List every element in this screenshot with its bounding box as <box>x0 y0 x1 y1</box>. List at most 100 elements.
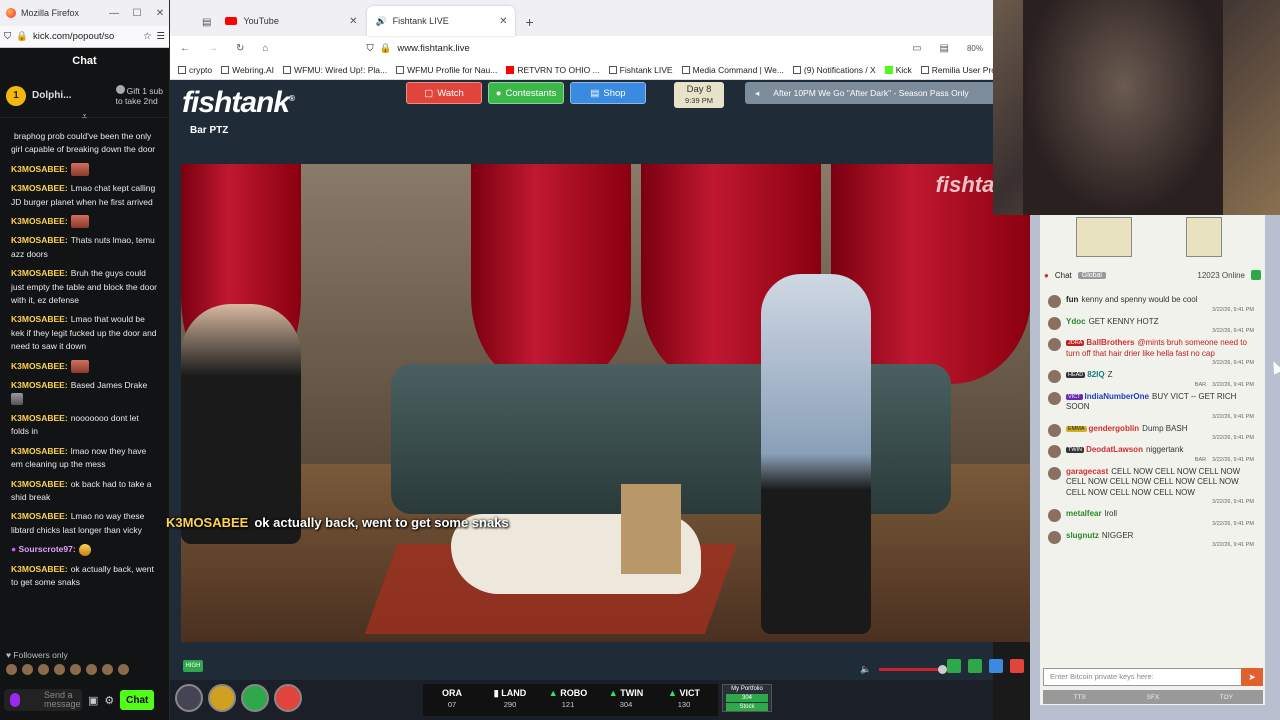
zoom-level[interactable]: 80% <box>967 44 983 53</box>
close-tab-icon[interactable]: ✕ <box>349 16 357 27</box>
private-key-input[interactable]: Enter Bitcoin private keys here: <box>1043 668 1263 686</box>
volume-slider[interactable] <box>879 665 948 674</box>
lock-icon[interactable]: 🔒 <box>380 43 392 54</box>
settings-gear-icon[interactable]: ⚙ <box>104 694 114 707</box>
pinned-gift-leader[interactable]: 1 Dolphi... Gift 1 sub to take 2nd ⩡ <box>0 74 169 121</box>
user-avatar[interactable] <box>1048 316 1061 330</box>
chat-message-input[interactable]: Send a message <box>4 689 82 711</box>
contestant-card[interactable] <box>1076 217 1132 257</box>
chat-username[interactable]: K3MOSABEE: <box>11 446 68 456</box>
chat-username[interactable]: K3MOSABEE: <box>11 235 68 245</box>
bookmark-item[interactable]: Remilia User Profiles <box>920 65 993 75</box>
ticker-item[interactable]: ▲ TWIN 304 <box>597 684 655 716</box>
mic-icon[interactable] <box>10 693 20 707</box>
ft-username[interactable]: metalfear <box>1066 509 1102 518</box>
address-bar[interactable]: ⛉ 🔒 www.fishtank.live <box>286 38 894 58</box>
user-avatar[interactable] <box>1048 509 1061 522</box>
pip-icon[interactable] <box>968 659 982 673</box>
chat-username[interactable]: K3MOSABEE: <box>11 164 68 174</box>
bookmark-item[interactable]: Media Command | We... <box>681 65 784 75</box>
shop-button[interactable]: ▤ Shop <box>570 82 646 104</box>
ticker-item[interactable]: ▲ ROBO 121 <box>539 684 597 716</box>
live-video-feed[interactable]: fishtank <box>181 164 1030 642</box>
user-avatar[interactable] <box>1048 391 1061 405</box>
volume-control[interactable]: 🔈 <box>860 664 948 675</box>
tab-sfx[interactable]: SFX <box>1116 694 1189 701</box>
minimize-icon[interactable]: — <box>105 8 123 19</box>
gift-box-icon[interactable]: ▣ <box>88 694 98 707</box>
speaker-icon[interactable]: 🔈 <box>860 664 871 675</box>
ticker-item[interactable]: ▮ LAND 290 <box>481 684 539 716</box>
shield-icon[interactable]: ⛉ <box>366 43 373 54</box>
bookmark-item[interactable]: RETVRN TO OHIO ... <box>506 65 600 75</box>
chat-username[interactable]: K3MOSABEE: <box>11 564 68 574</box>
chat-username[interactable]: K3MOSABEE: <box>11 413 68 423</box>
emote-icon[interactable] <box>86 664 97 675</box>
chat-username[interactable]: K3MOSABEE: <box>11 380 68 390</box>
tab-tts[interactable]: TTS <box>1043 694 1116 701</box>
ft-username[interactable]: fun <box>1066 295 1078 304</box>
gift-sub-prompt[interactable]: Gift 1 sub to take 2nd <box>115 85 163 106</box>
stock-ticker[interactable]: ORA 07 ▮ LAND 290 ▲ ROBO 121 ▲ TWIN 304 ▲ VI… <box>423 684 718 716</box>
reload-icon[interactable]: ↻ <box>236 43 244 54</box>
portfolio-action[interactable]: Stock <box>726 703 768 711</box>
bookmark-item[interactable]: WFMU: Wired Up!: Pla... <box>283 65 387 75</box>
contestants-button[interactable]: ● Contestants <box>488 82 564 104</box>
pinned-username[interactable]: Dolphi... <box>32 90 110 101</box>
chat-username[interactable]: K3MOSABEE: <box>11 314 68 324</box>
user-avatar[interactable] <box>1048 445 1061 458</box>
bookmark-item[interactable]: Fishtank LIVE <box>608 65 673 75</box>
ft-username[interactable]: slugnutz <box>1066 531 1099 540</box>
bookmark-item[interactable]: crypto <box>178 65 212 75</box>
ft-username[interactable]: 82IQ <box>1087 370 1104 379</box>
chat-username[interactable]: Sourscrote97: <box>19 544 76 554</box>
arrow-left-icon[interactable]: ◂ <box>755 88 759 99</box>
chevron-down-icon[interactable]: ⩡ <box>82 111 87 122</box>
quality-badge[interactable]: HIGH <box>183 660 203 672</box>
tab-toy[interactable]: TOY <box>1190 694 1263 701</box>
announcement-banner[interactable]: ◂ After 10PM We Go "After Dark" - Season… <box>745 82 995 104</box>
chat-username[interactable]: K3MOSABEE: <box>11 511 68 521</box>
menu-icon[interactable]: ☰ <box>156 31 165 42</box>
ft-username[interactable]: gendergoblin <box>1089 424 1140 433</box>
emote-icon[interactable] <box>54 664 65 675</box>
speaker-icon[interactable]: 🔊 <box>375 16 386 27</box>
user-avatar[interactable] <box>1048 370 1061 383</box>
reader-icon[interactable]: ▤ <box>940 43 949 54</box>
chat-username[interactable]: K3MOSABEE: <box>11 361 68 371</box>
fishtank-logo[interactable]: fishtank® <box>182 86 295 120</box>
tab-youtube[interactable]: YouTube ✕ <box>217 6 365 36</box>
ft-username[interactable]: IndiaNumberOne <box>1085 392 1149 401</box>
emote-icon[interactable] <box>38 664 49 675</box>
shield-icon[interactable]: ⛉ <box>4 31 11 42</box>
portfolio-widget[interactable]: My Portfolio 304 Stock <box>722 684 772 712</box>
emote-icon[interactable] <box>70 664 81 675</box>
close-tab-icon[interactable]: ✕ <box>499 16 507 27</box>
tab-overview-icon[interactable]: ▤ <box>198 17 215 36</box>
no-entry-icon[interactable] <box>274 684 302 712</box>
address-url[interactable]: www.fishtank.live <box>397 43 469 54</box>
chat-scope-toggle[interactable]: Global <box>1077 271 1106 279</box>
emote-icon[interactable] <box>118 664 129 675</box>
emote-icon[interactable] <box>6 664 17 675</box>
user-avatar[interactable] <box>1048 338 1061 351</box>
new-tab-button[interactable]: + <box>517 14 541 36</box>
bookmark-item[interactable]: (9) Notifications / X <box>792 65 876 75</box>
screenshot-icon[interactable]: ▭ <box>912 43 921 54</box>
chat-username[interactable]: K3MOSABEE: <box>11 479 68 489</box>
watch-button[interactable]: ▢ Watch <box>406 82 482 104</box>
coin-icon[interactable] <box>208 684 236 712</box>
popout-urlbar[interactable]: ⛉ 🔒 kick.com/popout/so ☆ ☰ <box>0 26 169 48</box>
ft-username[interactable]: Ydoc <box>1066 317 1086 326</box>
user-avatar[interactable] <box>1048 530 1061 544</box>
ticker-item[interactable]: ORA 07 <box>423 684 481 716</box>
clip-icon[interactable] <box>947 659 961 673</box>
close-icon[interactable]: ✕ <box>151 8 169 19</box>
ft-username[interactable]: BallBrothers <box>1086 338 1134 347</box>
record-icon[interactable] <box>1010 659 1024 673</box>
live-indicator-icon[interactable] <box>1251 270 1261 280</box>
star-icon[interactable]: ☆ <box>143 31 152 42</box>
contestant-card[interactable] <box>1186 217 1222 257</box>
user-avatar[interactable] <box>1048 423 1061 437</box>
user-avatar[interactable] <box>1048 466 1061 480</box>
